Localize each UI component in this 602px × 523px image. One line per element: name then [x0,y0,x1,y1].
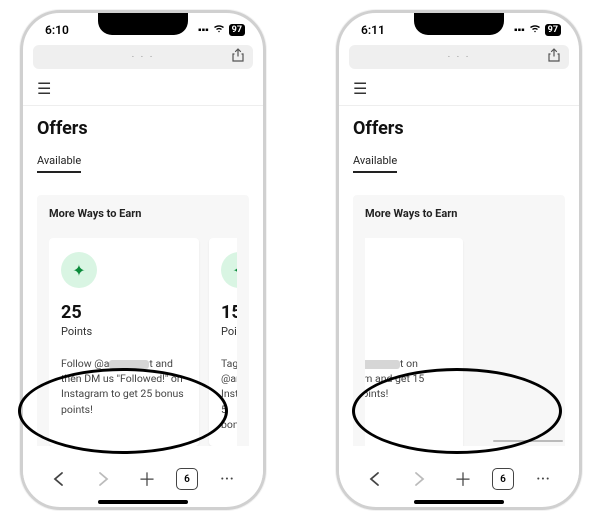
offer-card[interactable]: ✦ 15 Points Tag @ame Instagram 5 bonus [209,238,237,446]
battery-indicator: 97 [229,24,245,36]
forward-button[interactable] [88,464,118,494]
section-title: More Ways to Earn [365,207,553,220]
offer-points-label: Points [221,325,237,338]
browser-url-bar[interactable]: · · · [33,45,253,69]
browser-url-bar[interactable]: · · · [349,45,569,69]
new-tab-button[interactable]: ＋ [448,464,478,494]
offer-points-value: 25 [61,302,187,323]
sparkle-icon: ✦ [221,252,237,288]
more-ways-section: More Ways to Earn thrifnd wed!" on 5 bon… [353,195,565,446]
redacted-handle [365,360,400,369]
back-button[interactable] [360,464,390,494]
page-title: Offers [37,118,249,139]
offer-description: Tag @at on Instagram and get 15 bonus po… [365,356,451,402]
signal-icon: ▪▪▪ [198,25,209,36]
notch [414,13,504,35]
browser-bottom-bar: ＋ 6 ··· [23,457,263,501]
forward-button[interactable] [404,464,434,494]
share-icon[interactable] [547,48,561,66]
signal-icon: ▪▪▪ [514,25,525,36]
offer-card[interactable]: ✦ 15 Points Tag @at on Instagram and get… [365,238,463,446]
page-title: Offers [353,118,565,139]
tabs-button[interactable]: 6 [176,468,198,490]
battery-indicator: 97 [545,24,561,36]
new-tab-button[interactable]: ＋ [132,464,162,494]
share-icon[interactable] [231,48,245,66]
offer-cards-row[interactable]: thrifnd wed!" on 5 bonus ✦ 15 Points Tag… [365,238,553,446]
wifi-icon [529,24,541,36]
home-indicator[interactable] [414,500,504,504]
browser-bottom-bar: ＋ 6 ··· [339,457,579,501]
status-time: 6:11 [361,23,385,37]
tabs-button[interactable]: 6 [492,468,514,490]
back-button[interactable] [44,464,74,494]
more-ways-section: More Ways to Earn ✦ 25 Points Follow @at… [37,195,249,446]
status-time: 6:10 [45,23,69,37]
offer-cards-row[interactable]: ✦ 25 Points Follow @at and then DM us "F… [49,238,237,446]
more-button[interactable]: ··· [212,464,242,494]
section-title: More Ways to Earn [49,207,237,220]
offer-points-label: Points [61,325,187,338]
more-button[interactable]: ··· [528,464,558,494]
tab-available[interactable]: Available [353,154,397,173]
phone-right: 6:11 ▪▪▪ 97 · · · ☰ Offers Available Mor… [336,10,582,510]
home-indicator[interactable] [98,500,188,504]
offer-points-label: Points [365,325,451,338]
phone-left: 6:10 ▪▪▪ 97 · · · ☰ Offers Available Mor… [20,10,266,510]
url-placeholder: · · · [448,52,471,63]
wifi-icon [213,24,225,36]
offer-card[interactable]: ✦ 25 Points Follow @at and then DM us "F… [49,238,199,446]
offer-points-value: 15 [365,302,451,323]
offer-points-value: 15 [221,302,237,323]
redacted-handle [109,360,149,369]
sparkle-icon: ✦ [61,252,97,288]
menu-icon[interactable]: ☰ [37,81,51,97]
scroll-indicator [493,440,563,442]
offer-description: Tag @ame Instagram 5 bonus [221,356,237,432]
url-placeholder: · · · [132,52,155,63]
menu-icon[interactable]: ☰ [353,81,367,97]
offer-description: Follow @at and then DM us "Followed!" on… [61,356,187,417]
notch [98,13,188,35]
tab-available[interactable]: Available [37,154,81,173]
